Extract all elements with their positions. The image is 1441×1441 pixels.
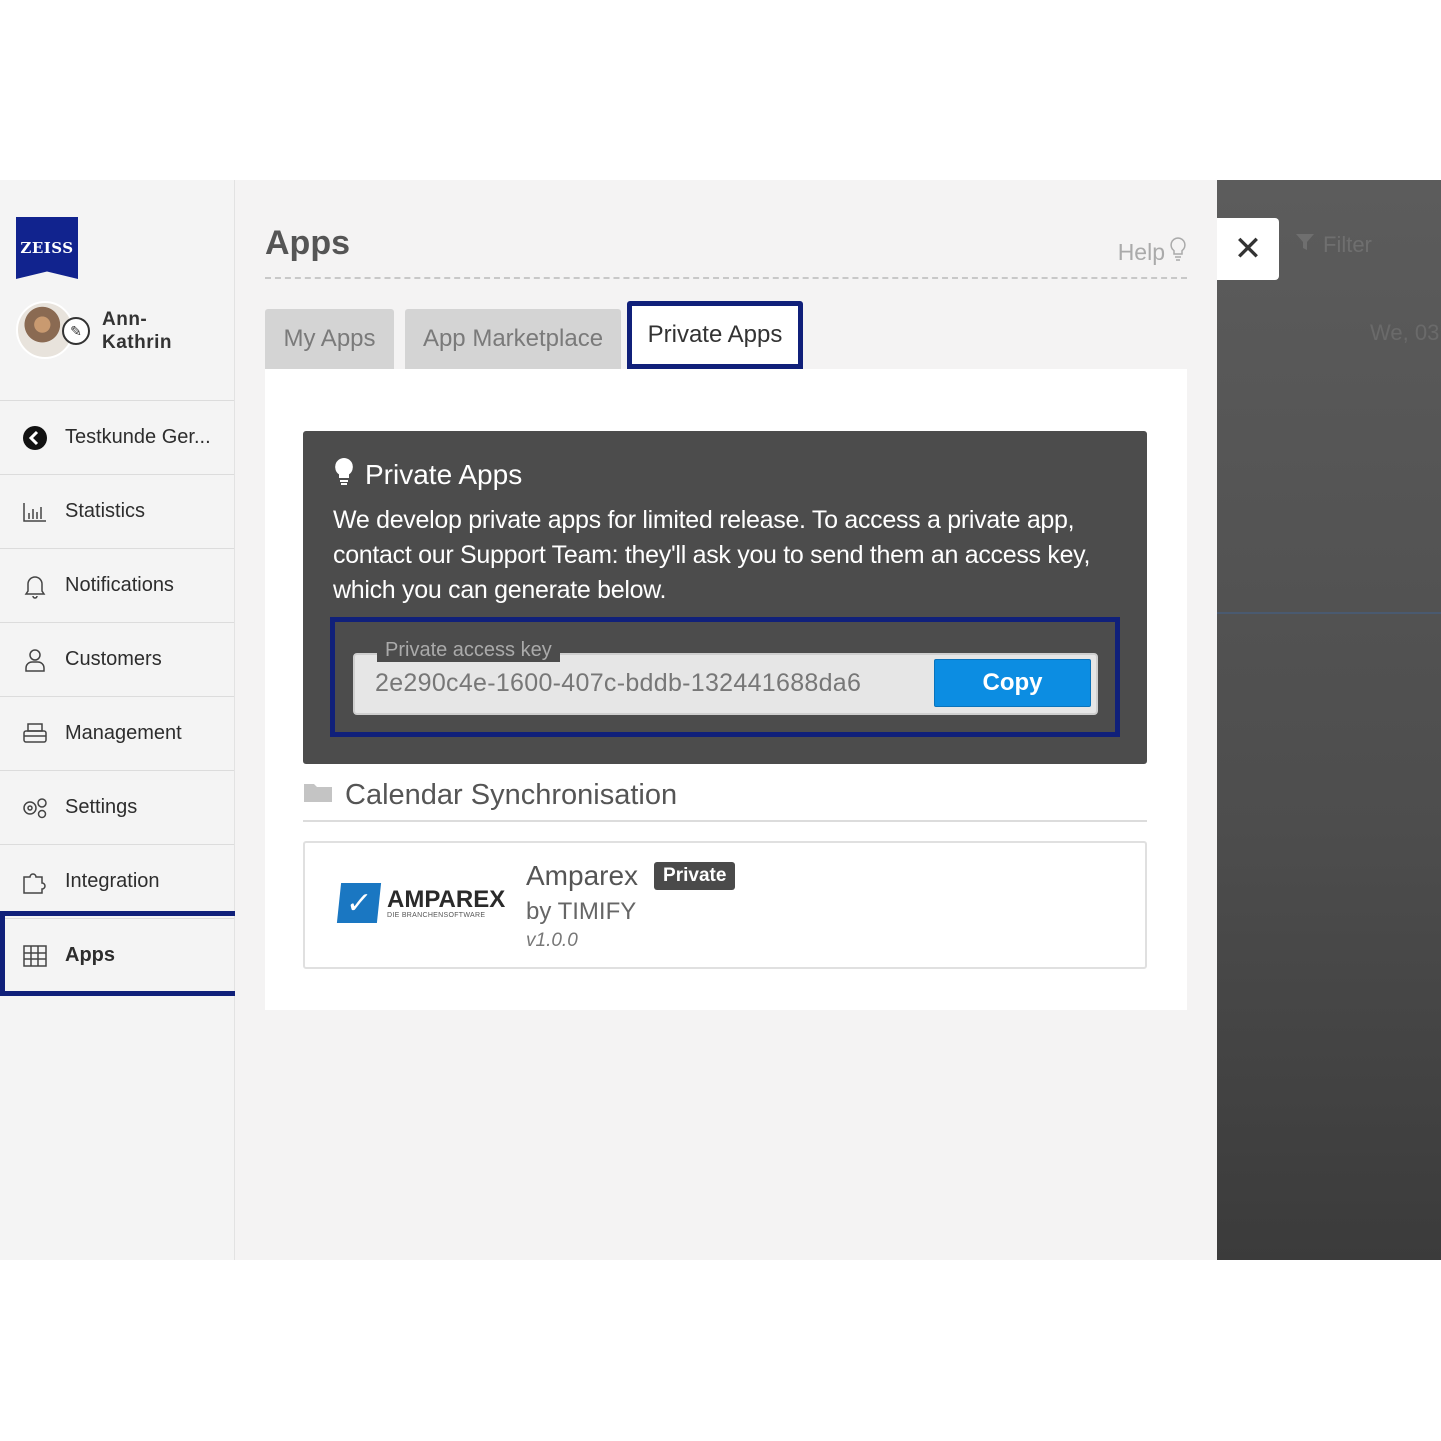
sidebar-item-statistics[interactable]: Statistics bbox=[0, 474, 234, 548]
gears-icon bbox=[20, 793, 50, 823]
info-description: We develop private apps for limited rele… bbox=[333, 506, 1091, 604]
checkmark-icon: ✓ bbox=[336, 883, 382, 923]
app-version: v1.0.0 bbox=[526, 930, 578, 951]
private-access-key-field[interactable]: 2e290c4e-1600-407c-bddb-132441688da6 Cop… bbox=[353, 653, 1098, 715]
tab-private-apps[interactable]: Private Apps bbox=[627, 301, 803, 369]
app-title: Amparex bbox=[526, 860, 639, 891]
amparex-logo: ✓ AMPAREX DIE BRANCHENSOFTWARE bbox=[336, 883, 506, 923]
filter-label: Filter bbox=[1323, 232, 1372, 257]
private-access-key-value[interactable]: 2e290c4e-1600-407c-bddb-132441688da6 bbox=[375, 669, 861, 698]
app-name: Amparex Private bbox=[526, 860, 736, 892]
sidebar-item-testkunde[interactable]: Testkunde Ger... bbox=[0, 400, 234, 474]
sidebar-item-label: Statistics bbox=[65, 500, 146, 522]
info-title-label: Private Apps bbox=[365, 458, 523, 490]
amparex-logo-word: AMPAREX bbox=[387, 885, 506, 913]
page-title: Apps bbox=[265, 224, 350, 262]
zeiss-logo[interactable]: ZEISS bbox=[16, 217, 78, 279]
person-icon bbox=[20, 645, 50, 675]
copy-button[interactable]: Copy bbox=[934, 659, 1091, 707]
calendar-date-ghost: We, 03 bbox=[1370, 320, 1440, 345]
tab-app-marketplace[interactable]: App Marketplace bbox=[405, 309, 621, 369]
funnel-icon bbox=[1295, 232, 1315, 258]
section-title: Calendar Synchronisation bbox=[345, 779, 678, 811]
amparex-logo-sub: DIE BRANCHENSOFTWARE bbox=[387, 911, 486, 919]
lightbulb-icon bbox=[1169, 236, 1187, 268]
main-panel: Apps Help My Apps App Marketplace Privat… bbox=[235, 180, 1217, 1260]
help-link[interactable]: Help bbox=[1118, 236, 1187, 268]
app-frame: ZEISS ✎ Ann- Kathrin Testkunde Ger... St… bbox=[0, 180, 1441, 1260]
edit-pencil-icon[interactable]: ✎ bbox=[62, 317, 90, 345]
bell-icon bbox=[20, 571, 50, 601]
sidebar-item-settings[interactable]: Settings bbox=[0, 770, 234, 844]
sidebar-item-label: Integration bbox=[65, 870, 160, 892]
sidebar-item-label: Notifications bbox=[65, 574, 174, 596]
private-badge: Private bbox=[654, 862, 736, 890]
app-developer: by TIMIFY bbox=[526, 898, 637, 925]
background-divider bbox=[1217, 612, 1441, 614]
printer-icon bbox=[20, 719, 50, 749]
folder-icon bbox=[303, 779, 333, 812]
private-apps-content: Private Apps We develop private apps for… bbox=[265, 369, 1187, 1010]
sidebar-nav: Testkunde Ger... Statistics Notification… bbox=[0, 400, 234, 992]
tab-my-apps[interactable]: My Apps bbox=[265, 309, 394, 369]
help-label: Help bbox=[1117, 238, 1165, 265]
sidebar-item-label: Testkunde Ger... bbox=[65, 426, 211, 448]
puzzle-icon bbox=[20, 867, 50, 897]
back-circle-icon bbox=[20, 423, 50, 453]
sidebar-item-integration[interactable]: Integration bbox=[0, 844, 234, 918]
section-divider bbox=[303, 820, 1147, 822]
sidebar-item-label: Management bbox=[65, 722, 182, 744]
filter-button: Filter bbox=[1295, 232, 1372, 258]
sidebar-item-customers[interactable]: Customers bbox=[0, 622, 234, 696]
sidebar-item-label: Customers bbox=[65, 648, 162, 670]
info-box: Private Apps We develop private apps for… bbox=[303, 431, 1147, 764]
sidebar-item-management[interactable]: Management bbox=[0, 696, 234, 770]
app-card-amparex[interactable]: ✓ AMPAREX DIE BRANCHENSOFTWARE Amparex P… bbox=[303, 841, 1147, 969]
private-access-key-label: Private access key bbox=[377, 639, 560, 662]
info-title: Private Apps bbox=[333, 456, 522, 493]
bar-chart-icon bbox=[20, 497, 50, 527]
sidebar: ZEISS ✎ Ann- Kathrin Testkunde Ger... St… bbox=[0, 180, 235, 1260]
sidebar-item-label: Settings bbox=[65, 796, 138, 818]
apps-nav-highlight bbox=[0, 911, 241, 996]
section-header: Calendar Synchronisation bbox=[303, 779, 677, 812]
lightbulb-icon bbox=[333, 456, 355, 493]
title-divider bbox=[265, 277, 1187, 279]
close-icon[interactable]: ✕ bbox=[1217, 218, 1279, 280]
user-name: Ann- Kathrin bbox=[102, 309, 172, 353]
sidebar-item-notifications[interactable]: Notifications bbox=[0, 548, 234, 622]
